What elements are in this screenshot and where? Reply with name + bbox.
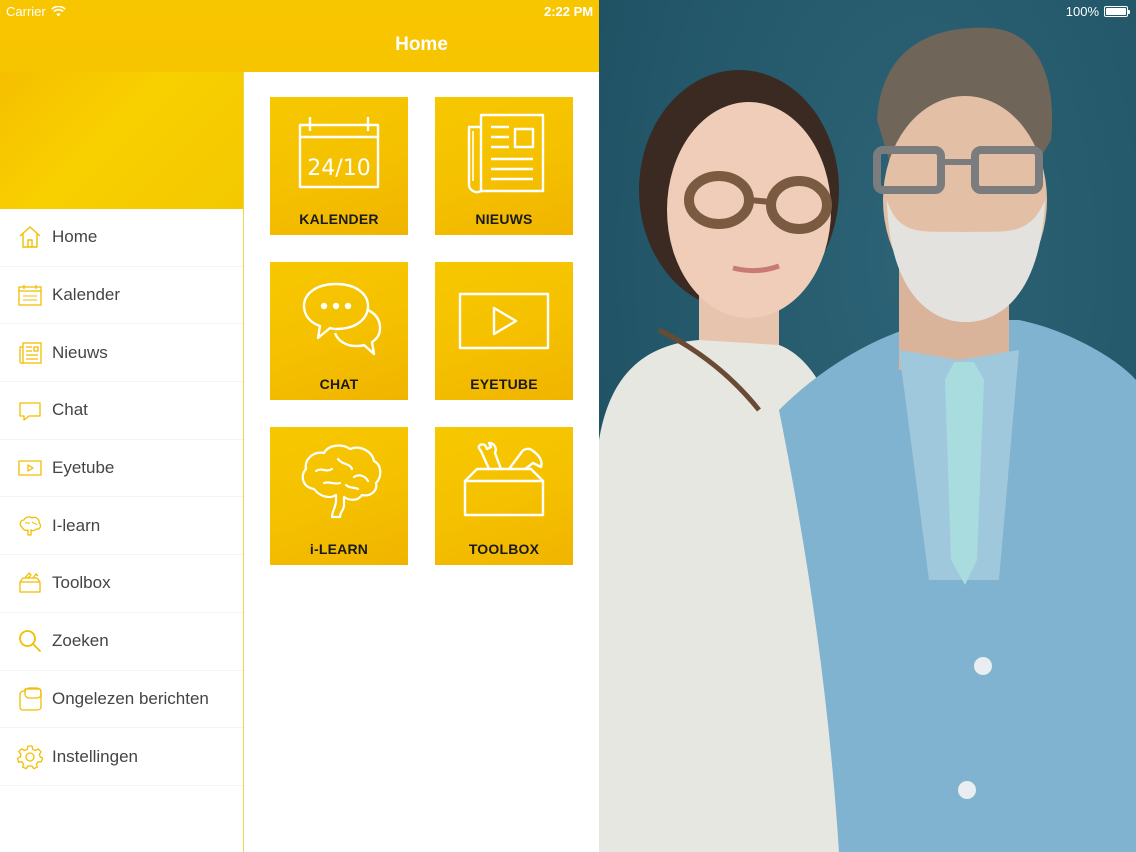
sidebar-item-label: Eyetube (52, 458, 115, 478)
sidebar-item-eyetube[interactable]: Eyetube (0, 440, 243, 498)
tile-label: CHAT (319, 376, 359, 392)
carrier-label: Carrier (6, 4, 46, 19)
toolbox-icon (16, 569, 44, 597)
tile-label: NIEUWS (475, 211, 533, 227)
tile-toolbox[interactable]: TOOLBOX (435, 427, 573, 565)
sidebar-item-zoeken[interactable]: Zoeken (0, 613, 243, 671)
sidebar-item-label: Nieuws (52, 342, 108, 362)
sidebar-item-instellingen[interactable]: Instellingen (0, 728, 243, 786)
sidebar-item-toolbox[interactable]: Toolbox (0, 555, 243, 613)
tile-label: i-LEARN (309, 541, 369, 557)
sidebar-item-label: Toolbox (52, 573, 111, 593)
promo-photo-illustration (599, 27, 1136, 852)
home-icon (16, 223, 44, 251)
wifi-icon (50, 6, 66, 17)
tile-chat[interactable]: CHAT (270, 262, 408, 400)
unread-messages-icon (16, 685, 44, 713)
calendar-icon (16, 281, 44, 309)
clock: 2:22 PM (544, 4, 594, 19)
sidebar-item-label: Zoeken (52, 631, 109, 651)
sidebar-item-nieuws[interactable]: Nieuws (0, 324, 243, 383)
sidebar-item-label: Home (52, 227, 98, 247)
sidebar-item-label: Chat (52, 400, 88, 420)
sidebar-item-label: Instellingen (52, 746, 139, 766)
sidebar-header-banner (0, 72, 243, 209)
sidebar-item-home[interactable]: Home (0, 209, 243, 267)
tile-eyetube[interactable]: EYETUBE (435, 262, 573, 400)
video-play-icon (16, 454, 44, 482)
tile-label: EYETUBE (470, 376, 538, 392)
app-panel: Home Home Kalender Nieuws Chat Eyetube I… (0, 0, 599, 852)
page-title: Home (395, 34, 448, 55)
brain-icon (16, 512, 44, 540)
sidebar-item-i-learn[interactable]: I-learn (0, 497, 243, 556)
calendar-date-text: 24/10 (307, 156, 370, 181)
video-play-icon (435, 290, 573, 352)
tile-label: TOOLBOX (468, 541, 540, 557)
newspaper-icon (435, 111, 573, 197)
sidebar-item-ongelezen-berichten[interactable]: Ongelezen berichten (0, 671, 243, 729)
battery-icon (1104, 6, 1130, 17)
sidebar-item-label: Ongelezen berichten (52, 688, 209, 708)
battery-indicator: 100% (1065, 4, 1130, 19)
newspaper-icon (16, 339, 44, 367)
sidebar-menu: Home Kalender Nieuws Chat Eyetube I-lear… (0, 72, 244, 852)
carrier-indicator: Carrier (6, 4, 66, 19)
chat-icon (270, 276, 408, 358)
search-icon (16, 627, 44, 655)
sidebar-item-label: Kalender (52, 285, 121, 305)
toolbox-icon (435, 441, 573, 521)
sidebar-item-chat[interactable]: Chat (0, 382, 243, 440)
calendar-icon: 24/10 (270, 111, 408, 191)
tile-i-learn[interactable]: i-LEARN (270, 427, 408, 565)
tile-kalender[interactable]: 24/10 KALENDER (270, 97, 408, 235)
promo-photo-couple-with-glasses (599, 0, 1136, 852)
sidebar-item-kalender[interactable]: Kalender (0, 267, 243, 325)
home-tile-grid: 24/10 KALENDER NIEUWS CHAT EYETUBE i-LEA… (270, 97, 573, 565)
battery-percentage: 100% (1065, 4, 1099, 19)
brain-icon (270, 441, 408, 525)
chat-icon (16, 396, 44, 424)
sidebar-item-label: I-learn (52, 515, 101, 535)
gear-icon (16, 743, 44, 771)
tile-nieuws[interactable]: NIEUWS (435, 97, 573, 235)
status-bar: Carrier 2:22 PM 100% (0, 0, 1136, 22)
tile-label: KALENDER (299, 211, 379, 227)
